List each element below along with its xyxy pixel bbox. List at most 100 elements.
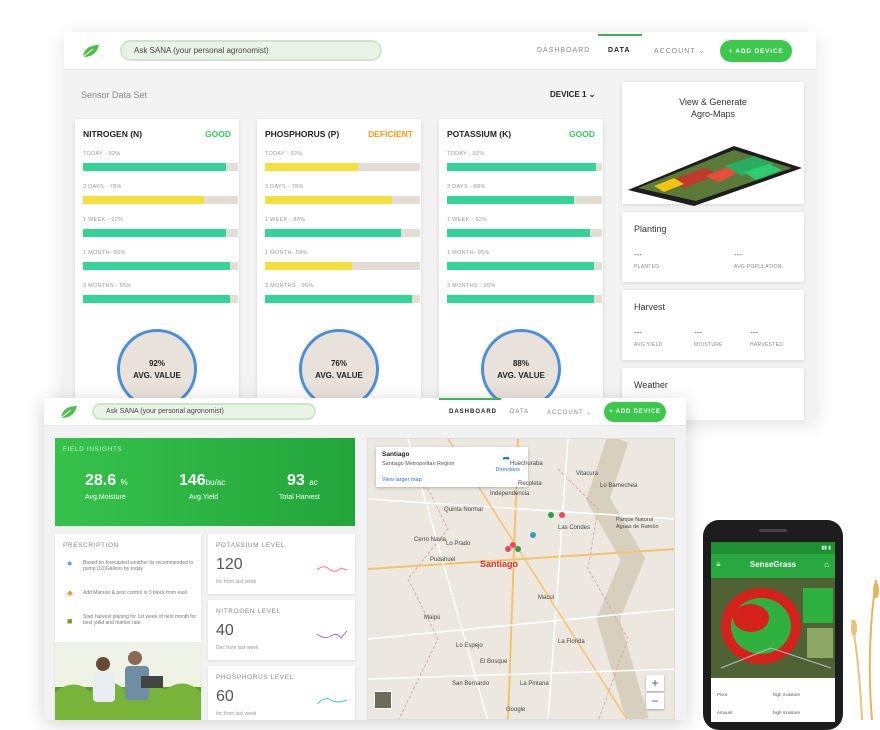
active-tab-indicator [598, 34, 642, 36]
reading-bar [447, 229, 602, 237]
gauge-value: 88% [512, 358, 529, 368]
prescription-item: Based on forecasted weather its recommen… [83, 560, 194, 572]
leaf-logo-icon[interactable] [82, 44, 100, 58]
avg-population-value: --- [734, 250, 742, 259]
add-device-button[interactable]: + ADD DEVICE [720, 40, 792, 62]
nav-account-label: ACCOUNT [654, 48, 696, 55]
add-device-button[interactable]: + ADD DEVICE [604, 402, 666, 422]
nutrient-card: POTASSIUM (K) GOOD TODAY - 92% 3 DAYS - 88%… [439, 119, 603, 420]
dashboard-main: FIELD INSIGHTS 28.6 % Avg.Moisture 146bu… [44, 426, 686, 720]
reading-bar [83, 196, 238, 204]
potassium-level-change: Inc from last week [216, 579, 257, 585]
avg-moisture-unit: % [120, 478, 128, 487]
reading-bar-fill [447, 229, 590, 237]
phosphorus-level-title: PHOSPHORUS LEVEL [216, 674, 294, 681]
nav-dashboard[interactable]: DASHBOARD [537, 47, 590, 54]
phone-status-bar: ▮▮ ▮ [711, 542, 835, 554]
nitrogen-level-change: Dec from last week [216, 645, 259, 651]
planting-title: Planting [634, 224, 667, 234]
gauge-value: 76% [330, 358, 347, 368]
gauge-label: AVG. VALUE [315, 370, 363, 380]
field-insights-title: FIELD INSIGHTS [63, 446, 123, 453]
view-larger-map-link[interactable]: View larger map [382, 477, 422, 483]
map-place-label: Recoleta [518, 481, 542, 487]
nitrogen-level-value: 40 [216, 622, 234, 639]
reading-bar [83, 163, 238, 171]
leaf-logo-icon[interactable] [60, 405, 78, 419]
avg-yield-label: AVG YIELD [634, 342, 663, 348]
phone-field-map[interactable] [711, 578, 835, 678]
reading-bar-fill [265, 163, 358, 171]
chevron-down-icon: ⌄ [588, 90, 596, 99]
planted-value: --- [634, 250, 642, 259]
nutrient-status-badge: GOOD [205, 129, 231, 139]
phone-mockup: ▮▮ ▮ ≡ SenseGrass ⌂ Pivot high moisture A… [703, 520, 843, 730]
prescription-title: PRESCRIPTION [63, 542, 119, 549]
reading-bar [265, 163, 420, 171]
reading-bar-fill [83, 295, 231, 303]
prescription-item: Start harvest planing for 1st week of ne… [83, 614, 197, 626]
nutrient-title: NITROGEN (N) [83, 129, 143, 139]
nav-account-label: ACCOUNT [547, 410, 584, 416]
reading-label: 1 WEEK - 88% [265, 217, 306, 223]
avg-moisture-value: 28.6 % [85, 472, 128, 490]
search-input[interactable]: Ask SANA (your personal agronomist) [92, 403, 316, 420]
water-drop-icon: ● [67, 558, 73, 568]
agromaps-card[interactable]: View & Generate Agro-Maps [622, 82, 804, 206]
phosphorus-sparkline [317, 698, 347, 705]
directions-link[interactable]: Directions [496, 467, 520, 473]
reading-label: 1 WEEK - 92% [447, 217, 488, 223]
total-harvest-unit: ac [309, 478, 318, 487]
zoom-in-button[interactable]: + [646, 675, 664, 691]
potassium-level-card: POTASSIUM LEVEL 120 Inc from last week [208, 534, 355, 594]
directions-icon[interactable]: ➦ [502, 453, 510, 464]
nav-account[interactable]: ACCOUNT ⌄ [547, 409, 592, 416]
reading-label: 3 DAYS - 88% [447, 184, 486, 190]
reading-label: 1 WEEK - 92% [83, 217, 124, 223]
zoom-out-button[interactable]: − [646, 693, 664, 709]
reading-label: 1 MONTH- 58% [265, 250, 308, 256]
map-place-label: San Bernardo [452, 681, 490, 687]
total-harvest-label: Total Harvest [279, 494, 320, 501]
reading-bar-fill [83, 163, 226, 171]
farmers-photo [55, 642, 201, 720]
reading-label: 1 MONTH- 95% [83, 250, 126, 256]
map-place-label: Huechuraba [510, 461, 543, 467]
gauge-value: 92% [148, 358, 165, 368]
phone-row-pivot[interactable]: Pivot high moisture [717, 692, 829, 697]
harvest-title: Harvest [634, 302, 666, 312]
reading-bar-fill [447, 295, 595, 303]
reading-label: 3 MONTHS - 95% [83, 283, 132, 289]
prescription-card: PRESCRIPTION ● Based on forecasted weath… [55, 534, 201, 720]
reading-label: 3 MONTHS - 95% [265, 283, 314, 289]
search-input[interactable]: Ask SANA (your personal agronomist) [120, 40, 382, 61]
gauge-label: AVG. VALUE [497, 370, 545, 380]
amount-value: high moisture [773, 710, 801, 715]
nav-data[interactable]: DATA [510, 409, 529, 415]
nav-account[interactable]: ACCOUNT ⌄ [654, 47, 705, 55]
avg-yield-value: --- [634, 328, 642, 337]
phone-app-title: SenseGrass [749, 560, 797, 569]
phone-row-amount[interactable]: Amount high moisture [717, 710, 829, 715]
avg-yield-number: 146 [179, 472, 206, 489]
reading-bar-fill [83, 229, 226, 237]
nav-data[interactable]: DATA [608, 47, 630, 54]
nitrogen-level-card: NITROGEN LEVEL 40 Dec from last week [208, 600, 355, 660]
nutrient-status-badge: DEFICIENT [368, 129, 413, 139]
planting-card: Planting --- PLANTED --- AVG POPULATION [622, 212, 804, 282]
satellite-toggle[interactable] [374, 691, 392, 709]
agromaps-title: View & Generate Agro-Maps [679, 97, 747, 119]
wheat-decoration [851, 579, 879, 720]
harvested-label: HARVESTED [750, 342, 784, 348]
location-map[interactable]: Santiago Santiago Metropolitan Region Di… [367, 438, 675, 720]
reading-label: 3 DAYS - 78% [265, 184, 304, 190]
phosphorus-level-card: PHOSPHORUS LEVEL 60 Inc from last week [208, 666, 355, 720]
map-place-label: Maipú [424, 615, 441, 621]
section-title: Sensor Data Set [81, 90, 148, 100]
nav-dashboard[interactable]: DASHBOARD [449, 409, 497, 415]
device-select[interactable]: DEVICE 1 ⌄ [550, 90, 595, 99]
chevron-down-icon: ⌄ [586, 410, 593, 416]
home-icon[interactable]: ⌂ [824, 560, 829, 569]
avg-moisture-label: Avg.Moisture [85, 494, 126, 501]
reading-bar [447, 295, 602, 303]
